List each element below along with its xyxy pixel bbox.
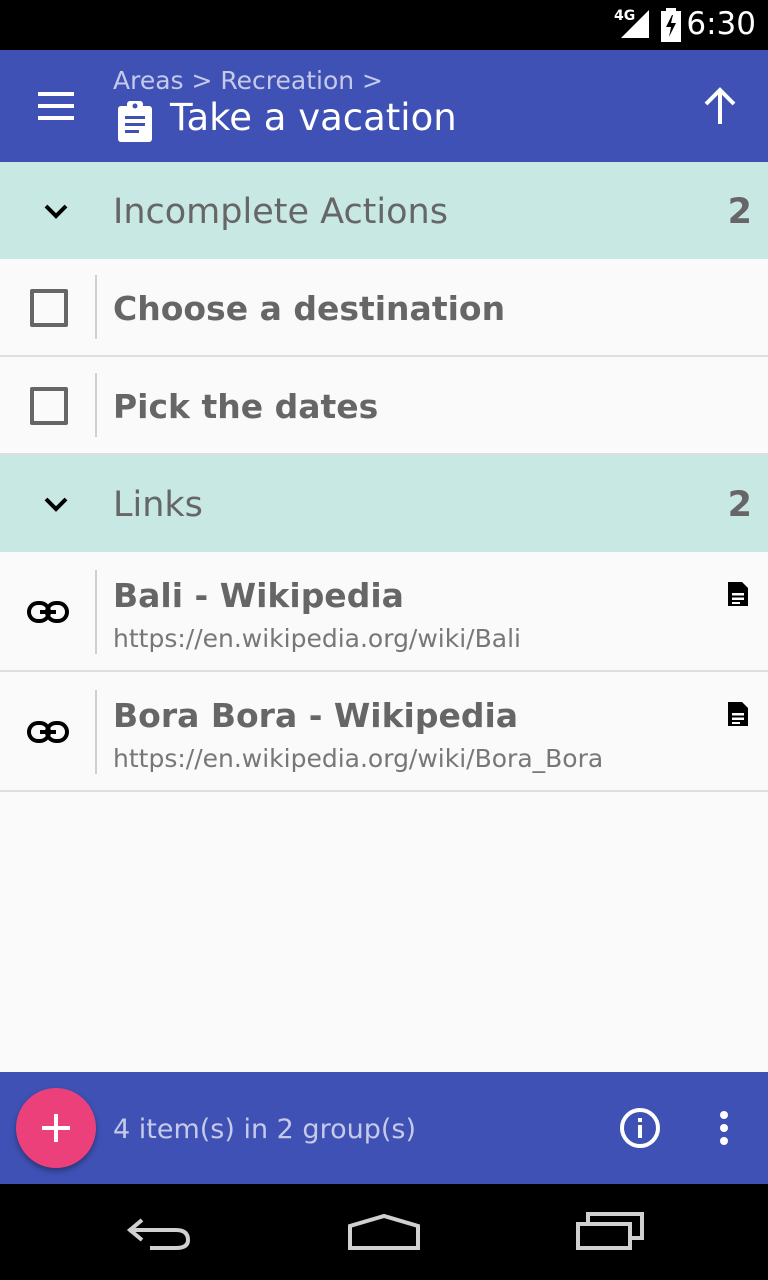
row-divider (95, 275, 97, 339)
recents-icon[interactable] (572, 1208, 648, 1252)
group-count: 2 (727, 192, 752, 232)
link-title: Bali - Wikipedia (113, 576, 404, 615)
add-icon (42, 1114, 70, 1142)
page-title: Take a vacation (170, 96, 457, 139)
item-title: Choose a destination (113, 289, 506, 328)
link-url: https://en.wikipedia.org/wiki/Bali (113, 624, 521, 653)
link-icon (27, 721, 69, 743)
add-button[interactable] (16, 1088, 96, 1168)
bottom-bar: 4 item(s) in 2 group(s) (0, 1072, 768, 1184)
signal-icon (621, 10, 649, 38)
group-header-incomplete-actions[interactable]: Incomplete Actions 2 (0, 162, 768, 259)
checkbox-unchecked-icon[interactable] (30, 289, 68, 327)
link-icon (27, 601, 69, 623)
group-header-links[interactable]: Links 2 (0, 455, 768, 552)
list-item[interactable]: Pick the dates (0, 357, 768, 455)
document-icon[interactable] (724, 580, 752, 608)
info-icon (620, 1108, 660, 1148)
link-url: https://en.wikipedia.org/wiki/Bora_Bora (113, 744, 604, 773)
back-icon[interactable] (120, 1212, 200, 1252)
row-divider (95, 373, 97, 437)
item-summary: 4 item(s) in 2 group(s) (113, 1114, 416, 1145)
list-item[interactable]: Bora Bora - Wikipedia https://en.wikiped… (0, 672, 768, 792)
more-options-button[interactable] (700, 1100, 748, 1156)
more-vert-icon (720, 1111, 728, 1145)
clipboard-icon (118, 101, 152, 142)
list-item[interactable]: Bali - Wikipedia https://en.wikipedia.or… (0, 552, 768, 672)
group-count: 2 (727, 485, 752, 525)
breadcrumb[interactable]: Areas > Recreation > (113, 66, 383, 95)
app-bar: Areas > Recreation > Take a vacation (0, 50, 768, 162)
item-title: Pick the dates (113, 387, 379, 426)
chevron-down-icon (44, 204, 68, 219)
row-divider (95, 690, 97, 774)
menu-icon (38, 92, 74, 120)
status-time: 6:30 (686, 6, 756, 42)
menu-button[interactable] (26, 78, 86, 134)
status-bar: 4G 6:30 (0, 0, 768, 50)
checkbox-unchecked-icon[interactable] (30, 387, 68, 425)
row-divider (95, 570, 97, 654)
document-icon[interactable] (724, 700, 752, 728)
group-title: Incomplete Actions (113, 192, 448, 232)
info-button[interactable] (614, 1102, 666, 1154)
navigation-bar (0, 1184, 768, 1280)
home-icon[interactable] (344, 1212, 424, 1252)
list-item[interactable]: Choose a destination (0, 259, 768, 357)
arrow-up-icon (704, 87, 736, 124)
link-title: Bora Bora - Wikipedia (113, 696, 519, 735)
chevron-down-icon (44, 497, 68, 512)
battery-icon (661, 8, 681, 42)
group-title: Links (113, 485, 203, 525)
navigate-up-button[interactable] (690, 72, 750, 140)
